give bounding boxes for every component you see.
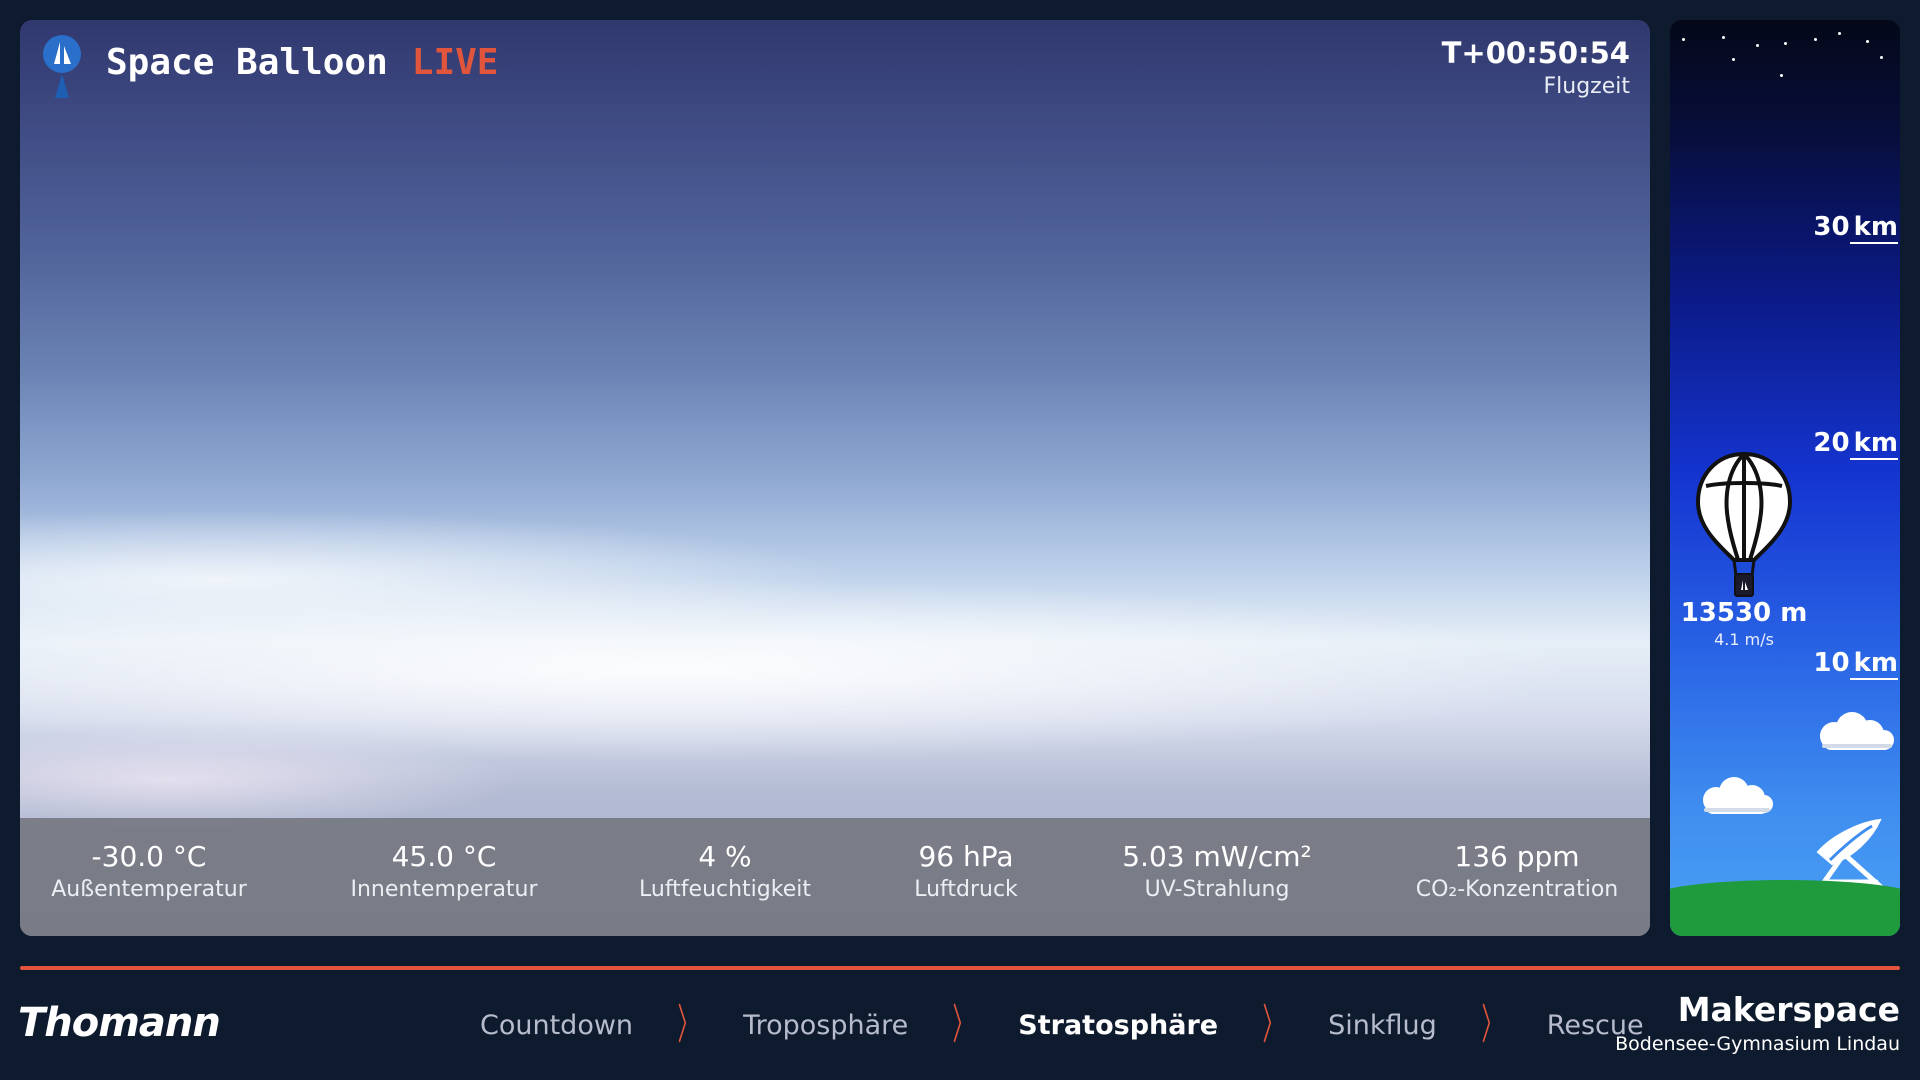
stat-pressure: 96 hPa Luftdruck [914,840,1018,902]
vertical-speed: 4.1 m/s [1714,630,1774,649]
flight-time-label: Flugzeit [1543,74,1631,99]
star-icon [1780,74,1783,77]
star-icon [1866,40,1869,43]
satellite-dish-icon [1816,818,1885,890]
rocket-logo-icon [43,35,81,98]
stat-label: Luftfeuchtigkeit [639,877,811,902]
ground [1670,880,1900,936]
star-icon [1732,58,1735,61]
organization: Makerspace Bodensee-Gymnasium Lindau [1615,990,1900,1055]
stat-value: 96 hPa [918,840,1014,873]
app-title: Space Balloon [106,42,388,83]
altitude-mark-20: 20 km [1813,428,1898,460]
video-feed: Space Balloon LIVE T+00:50:54 Flugzeit -… [20,20,1650,936]
divider [20,966,1900,970]
org-name: Makerspace [1677,990,1900,1029]
altitude-mark-10: 10 km [1813,648,1898,680]
stat-label: Innentemperatur [350,877,538,902]
stat-value: 5.03 mW/cm² [1122,840,1312,873]
stat-outside-temp: -30.0 °C Außentemperatur [51,840,247,902]
stat-uv: 5.03 mW/cm² UV-Strahlung [1122,840,1312,902]
live-badge: LIVE [411,42,499,83]
altitude-panel: 30 km 20 km 10 km 13530 m 4.1 m/s [1670,20,1900,936]
balloon-icon [1695,451,1793,597]
flight-phase-nav: Countdown 〉 Troposphäre 〉 Stratosphäre 〉… [480,1004,1644,1046]
altitude-mark-unit: km [1849,212,1898,244]
flight-time: T+00:50:54 [1441,36,1630,70]
chevron-right-icon: 〉 [1262,1000,1284,1049]
altitude-mark-unit: km [1849,648,1898,680]
altitude-mark-value: 10 [1813,648,1850,678]
star-icon [1814,38,1817,41]
altitude-mark-unit: km [1849,428,1898,460]
stat-value: -30.0 °C [91,840,207,873]
star-icon [1682,38,1685,41]
stat-inside-temp: 45.0 °C Innentemperatur [350,840,537,902]
phase-descent[interactable]: Sinkflug [1328,1010,1437,1041]
stat-value: 4 % [698,840,752,873]
stat-co2: 136 ppm CO₂-Konzentration [1416,840,1619,902]
altitude-mark-30: 30 km [1813,212,1898,244]
stat-label: Luftdruck [914,877,1018,902]
stream-title: Space Balloon LIVE [106,42,498,83]
current-altitude: 13530 m [1680,598,1808,628]
star-icon [1880,56,1883,59]
star-icon [1838,32,1841,35]
cloud-icon [1820,712,1894,750]
star-icon [1722,36,1725,39]
stat-label: Außentemperatur [51,877,247,902]
stat-label: UV-Strahlung [1144,877,1290,902]
star-icon [1784,42,1787,45]
chevron-right-icon: 〉 [1481,1000,1503,1049]
chevron-right-icon: 〉 [952,1000,974,1049]
cloud-icon [1703,777,1773,814]
stat-humidity: 4 % Luftfeuchtigkeit [639,840,811,902]
stat-value: 45.0 °C [391,840,497,873]
phase-troposphere[interactable]: Troposphäre [743,1010,908,1041]
flight-clock: T+00:50:54 Flugzeit [1442,36,1630,99]
chevron-right-icon: 〉 [677,1000,699,1049]
org-subtitle: Bodensee-Gymnasium Lindau [1615,1033,1900,1055]
altitude-mark-value: 20 [1813,428,1850,458]
sensor-stats-bar: -30.0 °C Außentemperatur 45.0 °C Innente… [20,818,1650,936]
sponsor-logo: Thomann [18,1000,221,1046]
star-icon [1756,44,1759,47]
stat-value: 136 ppm [1454,840,1580,873]
phase-stratosphere[interactable]: Stratosphäre [1018,1010,1218,1041]
phase-countdown[interactable]: Countdown [480,1010,633,1041]
stat-label: CO₂-Konzentration [1415,877,1619,902]
altitude-mark-value: 30 [1813,212,1850,242]
